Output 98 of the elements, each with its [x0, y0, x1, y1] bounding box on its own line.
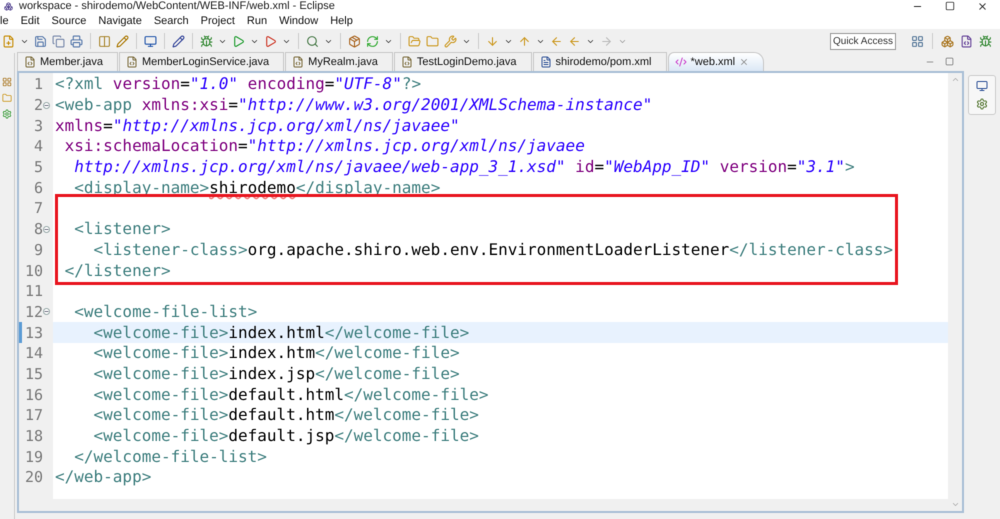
- code-line: xsi:schemaLocation="http://xmlns.jcp.org/xml/ns/javaee: [64, 136, 585, 156]
- pencil-icon[interactable]: [116, 34, 129, 48]
- line-number: 6: [34, 178, 43, 197]
- code-line: <listener>: [73, 219, 171, 240]
- line-number: 2: [34, 96, 43, 114]
- line-number: 9: [34, 240, 43, 259]
- line-number: 12: [24, 302, 43, 321]
- monitor-icon[interactable]: [976, 80, 988, 92]
- line-number: 10: [24, 262, 43, 280]
- line-number: 16: [24, 386, 43, 404]
- menu-item[interactable]: Search: [154, 14, 189, 26]
- code-line: <welcome-file>index.htm</welcome-file>: [92, 343, 460, 364]
- code-line: </welcome-file-list>: [73, 446, 267, 467]
- copy-icon[interactable]: [52, 34, 65, 48]
- grid-icon[interactable]: [2, 77, 12, 87]
- arrow-left-icon[interactable]: [568, 34, 581, 48]
- code-line: <welcome-file>index.jsp</welcome-file>: [92, 364, 460, 384]
- editor-tab[interactable]: Member.java: [17, 52, 118, 71]
- menu-item[interactable]: Navigate: [98, 14, 142, 26]
- play-icon[interactable]: [264, 34, 277, 48]
- play-icon[interactable]: [232, 34, 245, 48]
- new-file-icon[interactable]: [2, 34, 15, 48]
- arrow-up-icon[interactable]: [518, 34, 531, 48]
- menu-item[interactable]: Run: [246, 14, 268, 26]
- line-number: 3: [34, 116, 43, 135]
- folder-icon[interactable]: [2, 93, 12, 103]
- code-line: <web-app xmlns:xsi="http://www.w3.org/2001/XMLSchema-instance": [54, 95, 652, 116]
- line-number: 13: [24, 324, 43, 342]
- package-icon[interactable]: [348, 34, 361, 48]
- code-line: <welcome-file>index.html</welcome-file>: [92, 322, 470, 343]
- menu-item[interactable]: Project: [200, 14, 235, 26]
- editor-tab[interactable]: MyRealm.java: [285, 52, 393, 71]
- close-icon[interactable]: [977, 0, 988, 12]
- editor-tab[interactable]: shirodemo/pom.xml: [532, 52, 666, 71]
- menu-item[interactable]: Edit: [20, 14, 40, 26]
- bug-icon[interactable]: [200, 34, 213, 48]
- pencil-icon[interactable]: [172, 34, 185, 48]
- menu-item[interactable]: Window: [279, 14, 318, 26]
- code-line: http://xmlns.jcp.org/xml/ns/javaee/web-app_3_1.xsd" id="WebApp_ID" version="3.1">: [73, 157, 855, 178]
- wrench-icon[interactable]: [444, 34, 457, 48]
- code-line: <welcome-file-list>: [73, 302, 258, 322]
- editor-tab[interactable]: TestLoginDemo.java: [394, 52, 532, 71]
- panel-icon[interactable]: [98, 34, 111, 48]
- restore-icon[interactable]: [945, 0, 955, 10]
- refresh-icon[interactable]: [366, 34, 379, 48]
- line-number: 14: [24, 344, 43, 362]
- code-line: </web-app>: [54, 467, 152, 488]
- bug-icon[interactable]: [979, 34, 992, 48]
- java-file-icon: [24, 56, 36, 68]
- code-editor[interactable]: [17, 71, 964, 513]
- save-icon[interactable]: [34, 34, 47, 48]
- gear-icon[interactable]: [2, 109, 12, 119]
- fold-icon[interactable]: [43, 226, 50, 233]
- line-number: 17: [24, 406, 43, 424]
- arrow-left-icon[interactable]: [550, 34, 563, 48]
- printer-icon[interactable]: [70, 34, 83, 48]
- code-line: <?xml version="1.0" encoding="UTF-8"?>: [54, 74, 422, 94]
- fold-icon[interactable]: [43, 102, 50, 109]
- folder-icon[interactable]: [426, 34, 439, 48]
- menu-item[interactable]: le: [0, 14, 9, 26]
- java-file-icon: [126, 56, 138, 68]
- menu-item[interactable]: Source: [52, 14, 86, 26]
- scroll-bar[interactable]: [948, 73, 962, 511]
- editor-tab[interactable]: MemberLoginService.java: [118, 52, 284, 71]
- arrow-down-icon[interactable]: [486, 34, 499, 48]
- scroll-up-icon[interactable]: [950, 75, 960, 84]
- editor-tab[interactable]: *web.xml: [668, 52, 764, 71]
- line-number: 19: [24, 448, 43, 466]
- fold-icon[interactable]: [43, 308, 50, 316]
- folder-icon[interactable]: [408, 34, 421, 48]
- quick-access-field[interactable]: Quick Access: [830, 32, 896, 50]
- line-number: 8: [34, 220, 43, 238]
- code-file-icon: [674, 56, 686, 68]
- gear-icon[interactable]: [976, 98, 988, 110]
- code-line: <listener-class>org.apache.shiro.web.env.EnvironmentLoaderListener</listener-class>: [92, 240, 894, 260]
- scroll-down-icon[interactable]: [950, 500, 960, 509]
- maximize-icon[interactable]: [945, 57, 954, 66]
- line-number: 1: [34, 75, 43, 94]
- code-line: </listener>: [64, 260, 171, 281]
- line-number: 5: [34, 158, 43, 176]
- line-number: 7: [34, 199, 43, 218]
- line-number: 4: [34, 137, 43, 156]
- line-number: 15: [24, 364, 43, 383]
- code-line: <display-name>shirodemo</display-name>: [73, 178, 440, 198]
- code-line: xmlns="http://xmlns.jcp.org/xml/ns/javaee": [54, 116, 460, 136]
- menu-item[interactable]: Help: [330, 14, 353, 26]
- line-number: 20: [24, 468, 43, 486]
- code-line: <welcome-file>default.html</welcome-file>: [92, 384, 488, 405]
- search-icon[interactable]: [306, 34, 319, 48]
- line-number: 18: [24, 427, 43, 446]
- file-icon: [540, 56, 552, 68]
- line-number: 11: [24, 282, 43, 300]
- java-file-icon: [292, 56, 304, 68]
- code-line: <welcome-file>default.jsp</welcome-file>: [92, 426, 479, 446]
- code-line: <welcome-file>default.htm</welcome-file>: [92, 405, 479, 426]
- window-title: workspace - shirodemo/WebContent/WEB-INF/web.xml - Eclipse: [19, 0, 335, 12]
- java-file-icon: [400, 56, 413, 68]
- monitor-icon[interactable]: [144, 34, 157, 48]
